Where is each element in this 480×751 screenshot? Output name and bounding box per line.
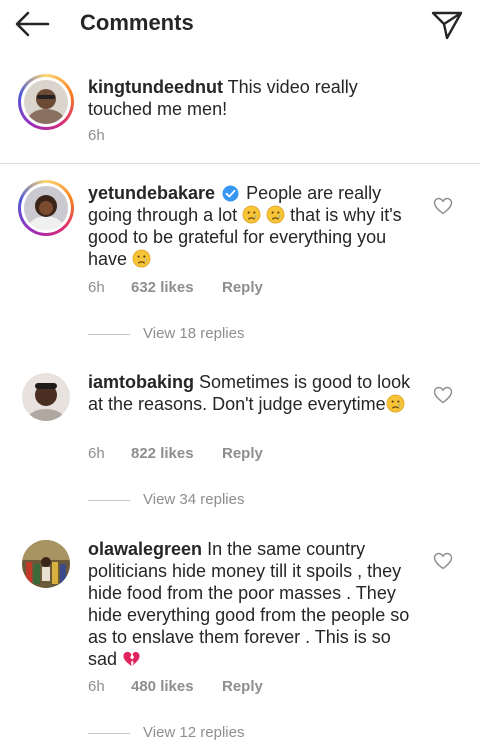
comment-avatar[interactable]: [18, 180, 74, 236]
reply-button[interactable]: Reply: [222, 444, 263, 464]
comment-time: 6h: [88, 445, 105, 462]
comment-text: olawalegreen In the same country politic…: [88, 538, 424, 670]
crying-face-emoji-icon: [266, 205, 285, 224]
view-replies-label: View 12 replies: [143, 724, 245, 741]
comment-text: yetundebakare People are really going th…: [88, 182, 424, 270]
replies-line: [88, 500, 130, 501]
comment-username[interactable]: iamtobaking: [88, 372, 194, 392]
comment-time: 6h: [88, 678, 105, 695]
comment-likes[interactable]: 480 likes: [131, 677, 194, 697]
caption-username[interactable]: kingtundeednut: [88, 77, 223, 97]
caption-avatar[interactable]: [18, 74, 74, 130]
comment-username[interactable]: yetundebakare: [88, 183, 215, 203]
caption-time: 6h: [88, 127, 105, 144]
view-replies-label: View 34 replies: [143, 491, 245, 508]
reply-button[interactable]: Reply: [222, 278, 263, 298]
crying-face-emoji-icon: [386, 394, 405, 413]
view-replies-label: View 18 replies: [143, 325, 245, 342]
crying-face-emoji-icon: [242, 205, 261, 224]
broken-heart-emoji-icon: [123, 651, 140, 667]
comment-username[interactable]: olawalegreen: [88, 539, 202, 559]
avatar-image: [24, 80, 68, 124]
caption-text: kingtundeednut This video really touched…: [88, 76, 424, 120]
like-heart-icon[interactable]: [433, 552, 453, 570]
comment-likes[interactable]: 822 likes: [131, 444, 194, 464]
like-heart-icon[interactable]: [433, 386, 453, 404]
replies-line: [88, 334, 130, 335]
caption-divider: [0, 163, 480, 164]
direct-message-icon[interactable]: [430, 9, 464, 41]
like-heart-icon[interactable]: [433, 197, 453, 215]
back-arrow-icon[interactable]: [14, 10, 50, 38]
verified-badge-icon: [222, 185, 239, 202]
comment-time: 6h: [88, 279, 105, 296]
comment-avatar[interactable]: [22, 540, 70, 588]
top-bar: Comments: [0, 0, 480, 50]
replies-line: [88, 733, 130, 734]
crying-face-emoji-icon: [132, 249, 151, 268]
comment-likes[interactable]: 632 likes: [131, 278, 194, 298]
page-title: Comments: [80, 10, 194, 35]
avatar-image: [24, 186, 68, 230]
comment-text: iamtobaking Sometimes is good to look at…: [88, 371, 424, 415]
reply-button[interactable]: Reply: [222, 677, 263, 697]
comment-avatar[interactable]: [22, 373, 70, 421]
